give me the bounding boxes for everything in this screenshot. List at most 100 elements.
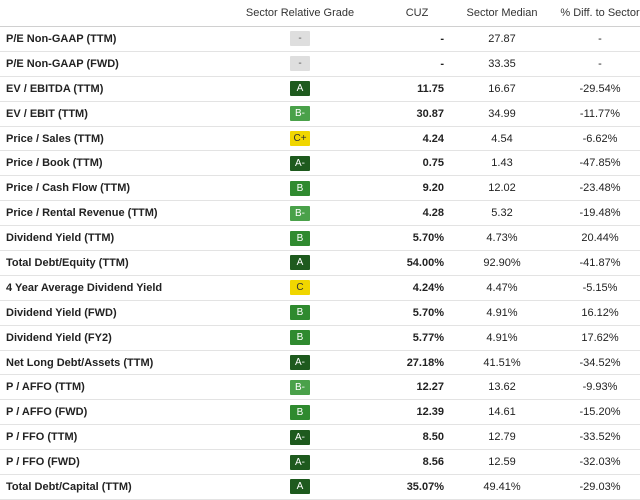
grade-cell: B — [210, 404, 390, 420]
grade-cell: A- — [210, 155, 390, 171]
metric-label: Price / Cash Flow (TTM) — [6, 182, 131, 195]
grade-badge: B- — [290, 205, 310, 221]
cuz-value: 4.24 — [422, 132, 444, 145]
table-row: P / FFO (TTM) A- 8.50 12.79 -33.52% — [0, 425, 640, 451]
sector-median-value: 12.59 — [488, 456, 516, 469]
diff-to-sector-value: -11.77% — [579, 107, 621, 120]
diff-to-sector-value: -15.20% — [579, 406, 621, 419]
grade-cell: - — [210, 31, 390, 47]
metric-label: Price / Rental Revenue (TTM) — [6, 207, 158, 220]
sector-median-value: 13.62 — [488, 381, 516, 394]
cuz-value: 12.27 — [416, 381, 444, 394]
table-header: Sector Relative Grade CUZ Sector Median … — [0, 0, 640, 27]
grade-badge: B — [290, 404, 310, 420]
grade-cell: A — [210, 255, 390, 271]
grade-cell: B — [210, 230, 390, 246]
grade-cell: B- — [210, 205, 390, 221]
sector-median-value: 12.02 — [488, 182, 516, 195]
grade-cell: C+ — [210, 131, 390, 146]
sector-median-value: 4.91% — [486, 306, 518, 319]
metric-label: EV / EBIT (TTM) — [6, 107, 88, 120]
grade-cell: - — [210, 56, 390, 72]
table-row: Price / Sales (TTM) C+ 4.24 4.54 -6.62% — [0, 127, 640, 152]
grade-badge: A- — [290, 355, 310, 371]
diff-to-sector-value: 20.44% — [581, 232, 619, 245]
cuz-value: 5.70% — [412, 232, 444, 245]
metric-label: EV / EBITDA (TTM) — [6, 82, 104, 95]
header-cuz[interactable]: CUZ — [390, 7, 444, 19]
grade-badge: A- — [290, 454, 310, 470]
cuz-value: 30.87 — [416, 107, 444, 120]
grade-badge: B — [290, 180, 310, 196]
table-row: Dividend Yield (FY2) B 5.77% 4.91% 17.62% — [0, 326, 640, 351]
grade-cell: B — [210, 180, 390, 196]
diff-to-sector-value: -33.52% — [579, 431, 621, 444]
grade-cell: C — [210, 280, 390, 296]
metric-label: Net Long Debt/Assets (TTM) — [6, 356, 154, 369]
grade-badge: - — [290, 31, 310, 47]
metric-label: Dividend Yield (FY2) — [6, 331, 112, 344]
cuz-value: 9.20 — [422, 182, 444, 195]
diff-to-sector-value: -9.93% — [582, 381, 618, 394]
sector-median-value: 41.51% — [483, 356, 521, 369]
cuz-value: 4.28 — [422, 207, 444, 220]
table-row: Price / Rental Revenue (TTM) B- 4.28 5.32 -1… — [0, 201, 640, 227]
header-diff-to-sector[interactable]: % Diff. to Sector — [560, 7, 640, 19]
sector-median-value: 4.47% — [486, 281, 518, 294]
header-sector-median[interactable]: Sector Median — [444, 7, 560, 19]
metric-label: P / AFFO (FWD) — [6, 406, 88, 419]
table-row: Price / Cash Flow (TTM) B 9.20 12.02 -23.48% — [0, 176, 640, 202]
metric-label: P/E Non-GAAP (FWD) — [6, 57, 119, 70]
grade-badge: B — [290, 330, 310, 346]
diff-to-sector-value: -41.87% — [579, 256, 621, 269]
table-row: P/E Non-GAAP (TTM) - - 27.87 - — [0, 27, 640, 52]
cuz-value: 11.75 — [417, 82, 444, 95]
diff-to-sector-value: - — [598, 57, 602, 70]
cuz-value: 5.70% — [412, 306, 444, 319]
grade-cell: A — [210, 81, 390, 97]
grade-badge: B — [290, 305, 310, 321]
sector-median-value: 27.87 — [488, 32, 516, 45]
metric-label: P / FFO (TTM) — [6, 431, 78, 444]
metric-label: P / AFFO (TTM) — [6, 381, 85, 394]
sector-median-value: 4.73% — [486, 232, 518, 245]
grade-badge: - — [290, 56, 310, 72]
grade-badge: A — [290, 81, 310, 97]
sector-median-value: 1.43 — [491, 157, 513, 170]
diff-to-sector-value: 17.62% — [581, 331, 619, 344]
sector-median-value: 12.79 — [488, 431, 516, 444]
table-row: P / FFO (FWD) A- 8.56 12.59 -32.03% — [0, 450, 640, 476]
grade-badge: A- — [290, 429, 310, 445]
grade-cell: B- — [210, 106, 390, 122]
grade-badge: B — [290, 230, 310, 246]
sector-median-value: 34.99 — [488, 107, 516, 120]
cuz-value: 12.39 — [416, 406, 444, 419]
metric-label: P / FFO (FWD) — [6, 456, 80, 469]
cuz-value: 8.50 — [422, 431, 444, 444]
sector-median-value: 14.61 — [488, 406, 516, 419]
diff-to-sector-value: -32.03% — [579, 456, 621, 469]
diff-to-sector-value: 16.12% — [581, 306, 619, 319]
grade-cell: B- — [210, 379, 390, 395]
metric-label: Dividend Yield (FWD) — [6, 306, 117, 319]
metric-label: Price / Sales (TTM) — [6, 132, 104, 145]
grade-badge: C — [290, 280, 310, 296]
cuz-value: 5.77% — [412, 331, 444, 344]
header-sector-relative-grade[interactable]: Sector Relative Grade — [210, 7, 390, 19]
grade-cell: A- — [210, 355, 390, 371]
sector-median-value: 4.54 — [491, 132, 513, 145]
grade-badge: C+ — [290, 131, 310, 146]
sector-median-value: 92.90% — [483, 256, 521, 269]
grade-cell: B — [210, 330, 390, 346]
table-row: Dividend Yield (TTM) B 5.70% 4.73% 20.44% — [0, 226, 640, 252]
table-row: Total Debt/Capital (TTM) A 35.07% 49.41% -29… — [0, 475, 640, 500]
grade-cell: A- — [210, 429, 390, 445]
grade-badge: A — [290, 479, 310, 495]
cuz-value: 27.18% — [406, 356, 444, 369]
table-row: P / AFFO (FWD) B 12.39 14.61 -15.20% — [0, 400, 640, 426]
table-row: EV / EBIT (TTM) B- 30.87 34.99 -11.77% — [0, 102, 640, 127]
diff-to-sector-value: -19.48% — [579, 207, 621, 220]
cuz-value: 4.24% — [412, 281, 444, 294]
grade-badge: A — [290, 255, 310, 271]
sector-median-value: 33.35 — [488, 57, 516, 70]
